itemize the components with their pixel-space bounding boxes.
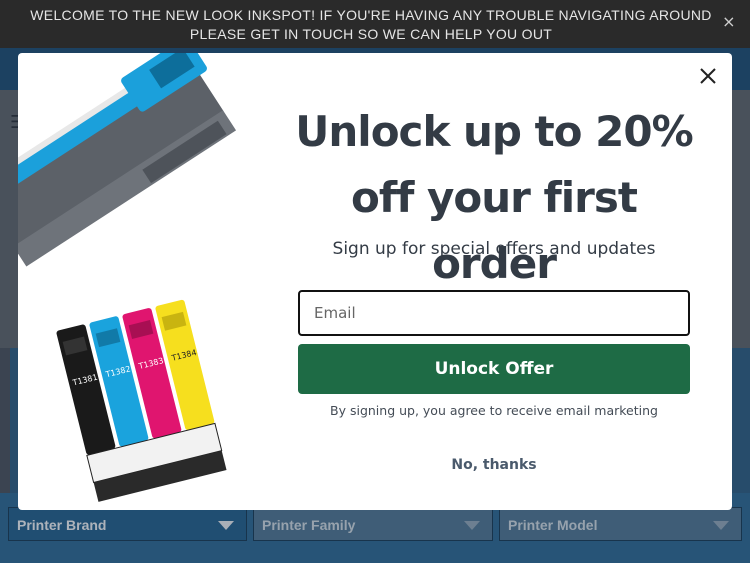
legal-text: By signing up, you agree to receive emai… bbox=[330, 403, 658, 418]
close-icon[interactable] bbox=[698, 66, 718, 86]
close-icon[interactable]: × bbox=[722, 14, 736, 30]
ink-cartridges-image: T1381 T1382 T1383 T1384 bbox=[18, 53, 256, 510]
popup-subheadline: Sign up for special offers and updates bbox=[332, 239, 656, 259]
signup-modal: T1381 T1382 T1383 T1384 Unlock up to 20%… bbox=[18, 53, 732, 510]
no-thanks-link[interactable]: No, thanks bbox=[398, 457, 590, 473]
popup-headline: Unlock up to 20% off your first order bbox=[295, 107, 693, 288]
announcement-bar: WELCOME TO THE NEW LOOK INKSPOT! IF YOU'… bbox=[0, 0, 750, 48]
email-field[interactable] bbox=[298, 290, 690, 336]
announcement-text: WELCOME TO THE NEW LOOK INKSPOT! IF YOU'… bbox=[30, 7, 712, 42]
unlock-offer-button[interactable]: Unlock Offer bbox=[298, 344, 690, 394]
